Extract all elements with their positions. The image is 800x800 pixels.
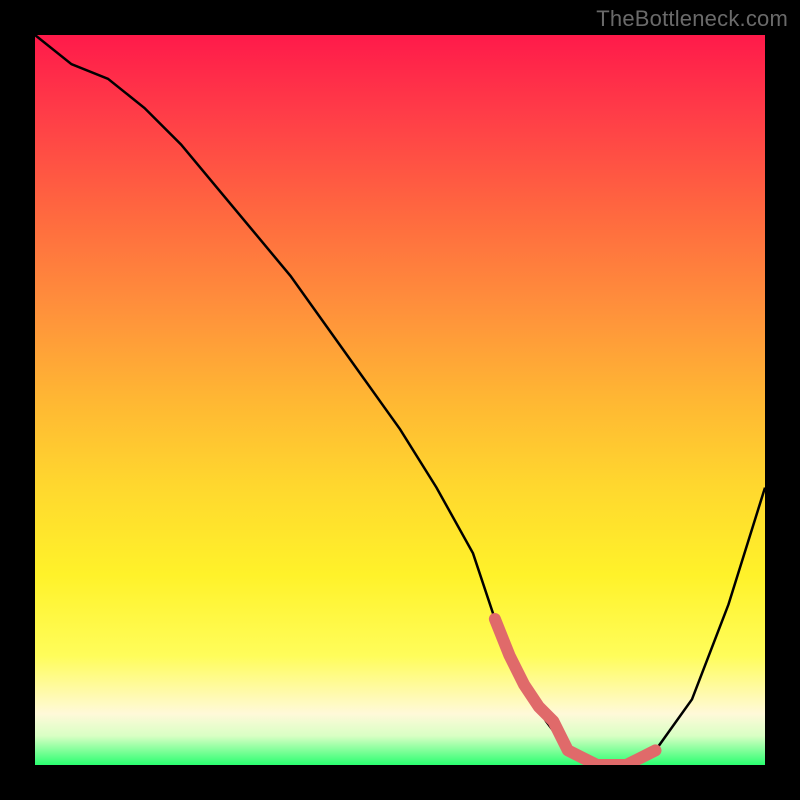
bottleneck-curve [35, 35, 765, 765]
chart-svg [35, 35, 765, 765]
watermark-label: TheBottleneck.com [596, 6, 788, 32]
chart-frame: TheBottleneck.com [0, 0, 800, 800]
highlight-segment [495, 619, 656, 765]
chart-plot-area [35, 35, 765, 765]
